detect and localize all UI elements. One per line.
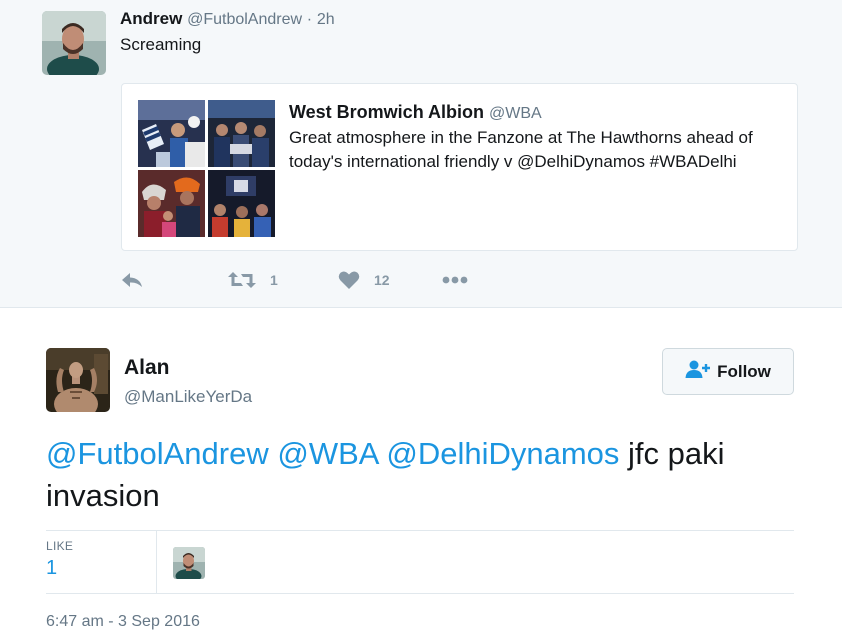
heart-icon	[338, 270, 360, 290]
tweet-timestamp[interactable]: 6:47 am - 3 Sep 2016	[46, 613, 200, 631]
reply-button[interactable]	[120, 266, 144, 294]
media-thumbnail[interactable]	[138, 170, 205, 237]
retweet-count: 1	[270, 272, 278, 288]
quoted-author-name[interactable]: West Bromwich Albion	[289, 102, 484, 122]
tweet-stats: LIKE 1	[46, 530, 794, 594]
quoted-tweet[interactable]: West Bromwich Albion @WBA Great atmosphe…	[121, 83, 798, 251]
parent-tweet[interactable]: Andrew @FutbolAndrew · 2h Screaming West…	[0, 0, 842, 308]
more-button[interactable]	[442, 266, 468, 294]
retweet-icon	[228, 270, 256, 290]
quoted-author-handle[interactable]: @WBA	[489, 105, 542, 122]
media-thumbnail[interactable]	[208, 100, 275, 167]
header-separator: ·	[306, 11, 313, 28]
likes-count[interactable]: 1	[46, 557, 156, 580]
mention-link[interactable]: @FutbolAndrew	[46, 436, 269, 471]
parent-tweet-text: Screaming	[120, 35, 202, 54]
likes-stat[interactable]: LIKE 1	[46, 539, 156, 580]
author-name[interactable]: Andrew	[120, 9, 182, 28]
liker-avatar[interactable]	[173, 547, 205, 579]
quoted-tweet-header: West Bromwich Albion @WBA	[289, 102, 542, 123]
like-button[interactable]: 12	[338, 266, 390, 294]
reply-icon	[120, 270, 144, 290]
parent-tweet-header: Andrew @FutbolAndrew · 2h	[120, 9, 335, 29]
follow-button[interactable]: Follow	[662, 348, 794, 395]
mention-link[interactable]: @DelhiDynamos	[386, 436, 619, 471]
author-handle[interactable]: @FutbolAndrew	[187, 11, 302, 28]
media-thumbnail[interactable]	[138, 100, 205, 167]
likes-label: LIKE	[46, 539, 74, 553]
follow-label: Follow	[717, 361, 771, 381]
author-handle[interactable]: @ManLikeYerDa	[124, 387, 252, 407]
stats-divider	[156, 531, 157, 593]
quoted-media-grid[interactable]	[138, 100, 275, 237]
quoted-tweet-text: Great atmosphere in the Fanzone at The H…	[289, 128, 753, 171]
like-count: 12	[374, 272, 390, 288]
author-name[interactable]: Alan	[124, 356, 170, 380]
andrew-avatar[interactable]	[42, 11, 106, 75]
retweet-button[interactable]: 1	[228, 266, 278, 294]
tweet-time[interactable]: 2h	[317, 11, 335, 28]
main-tweet-text: @FutbolAndrew @WBA @DelhiDynamos jfc pak…	[46, 433, 796, 517]
follow-user-icon	[685, 359, 711, 384]
media-thumbnail[interactable]	[208, 170, 275, 237]
alan-avatar[interactable]	[46, 348, 110, 412]
mention-link[interactable]: @WBA	[277, 436, 377, 471]
more-icon	[442, 276, 468, 284]
